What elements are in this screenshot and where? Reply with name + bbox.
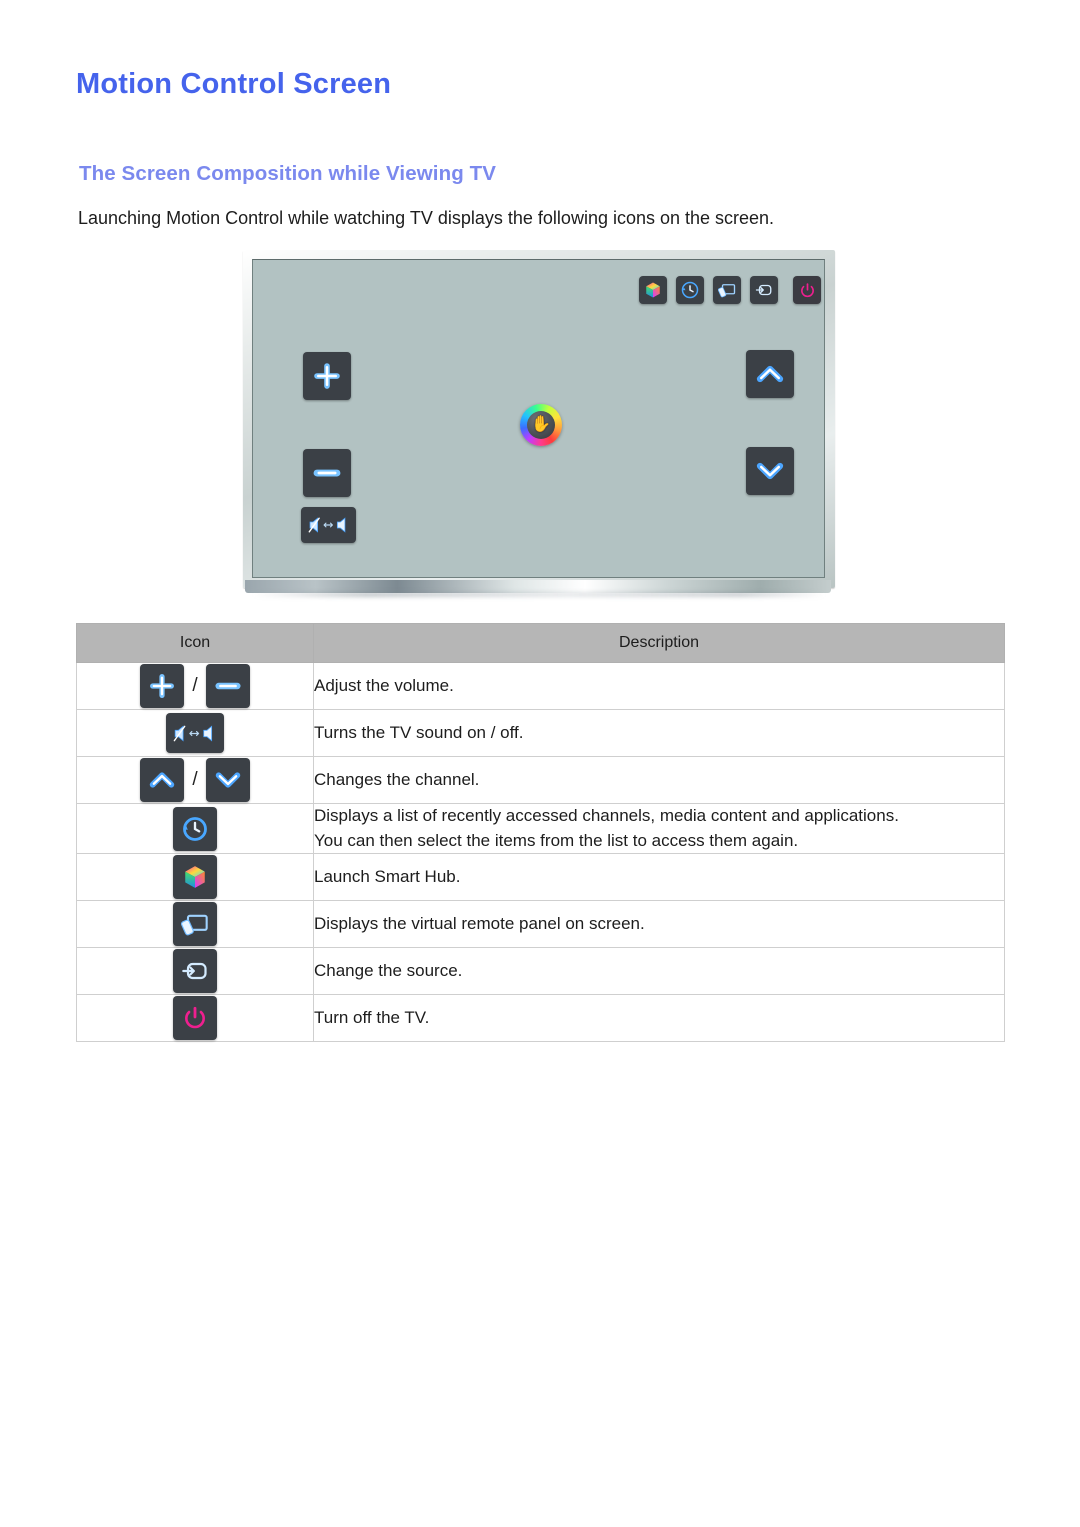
volume-down-icon	[303, 449, 351, 497]
column-header-description: Description	[313, 623, 1005, 663]
row-description: Change the source.	[313, 947, 1005, 996]
row-description: Adjust the volume.	[313, 662, 1005, 710]
power-icon	[793, 276, 821, 304]
table-row: / Changes the channel.	[76, 756, 1005, 804]
plus-icon	[140, 664, 185, 708]
source-input-icon	[173, 949, 217, 994]
virtual-remote-panel-icon	[173, 902, 217, 947]
table-row: Displays the virtual remote panel on scr…	[76, 900, 1005, 949]
row-description: Turn off the TV.	[313, 994, 1005, 1043]
tv-screen: ✋	[252, 259, 825, 578]
hand-glyph: ✋	[531, 416, 551, 433]
table-row: Displays a list of recently accessed cha…	[76, 802, 1005, 855]
page-title: Motion Control Screen	[76, 68, 392, 100]
virtual-remote-panel-icon	[713, 276, 741, 304]
channel-down-icon	[746, 447, 794, 495]
row-icon-cell: /	[76, 756, 314, 804]
icon-separator: /	[192, 675, 198, 696]
row-icon-cell: /	[76, 662, 314, 710]
tv-shadow	[253, 592, 825, 597]
clock-history-icon	[676, 276, 704, 304]
chevron-down-icon	[205, 758, 250, 802]
row-icon-cell	[76, 802, 314, 855]
table-row: / Adjust the volume.	[76, 662, 1005, 710]
row-icon-cell	[76, 947, 314, 996]
row-icon-cell	[76, 900, 314, 949]
row-description: Displays a list of recently accessed cha…	[313, 802, 1005, 855]
channel-up-icon	[746, 350, 794, 398]
icon-description-table: Icon Description / Adjust the volume. Tu…	[76, 623, 1005, 1043]
row-icon-cell	[76, 853, 314, 902]
row-icon-cell	[76, 994, 314, 1043]
document-page: Motion Control Screen The Screen Composi…	[0, 0, 1080, 1527]
table-row: Turns the TV sound on / off.	[76, 709, 1005, 757]
table-row: Turn off the TV.	[76, 994, 1005, 1043]
row-description-line2: You can then select the items from the l…	[314, 830, 799, 850]
mute-toggle-icon	[166, 713, 224, 753]
chevron-up-icon	[140, 758, 185, 802]
hand-cursor-icon: ✋	[520, 404, 562, 446]
clock-history-icon	[173, 806, 217, 851]
row-description-line1: Displays a list of recently accessed cha…	[314, 806, 899, 825]
row-description: Changes the channel.	[313, 756, 1005, 804]
row-description: Displays the virtual remote panel on scr…	[313, 900, 1005, 949]
mute-toggle-icon	[301, 507, 356, 543]
intro-paragraph: Launching Motion Control while watching …	[78, 208, 775, 228]
section-heading: The Screen Composition while Viewing TV	[79, 162, 497, 185]
tv-bezel: ✋	[243, 250, 835, 588]
tv-illustration: ✋	[243, 250, 835, 598]
table-row: Change the source.	[76, 947, 1005, 996]
table-row: Launch Smart Hub.	[76, 853, 1005, 902]
smart-hub-cube-icon	[173, 855, 217, 900]
power-icon	[173, 996, 217, 1041]
volume-up-icon	[303, 352, 351, 400]
row-description: Launch Smart Hub.	[313, 853, 1005, 902]
source-input-icon	[750, 276, 778, 304]
column-header-icon: Icon	[76, 623, 314, 663]
icon-separator: /	[192, 769, 198, 790]
table-header-row: Icon Description	[76, 623, 1005, 663]
minus-icon	[205, 664, 250, 708]
row-icon-cell	[76, 709, 314, 757]
smart-hub-icon	[639, 276, 667, 304]
row-description: Turns the TV sound on / off.	[313, 709, 1005, 757]
